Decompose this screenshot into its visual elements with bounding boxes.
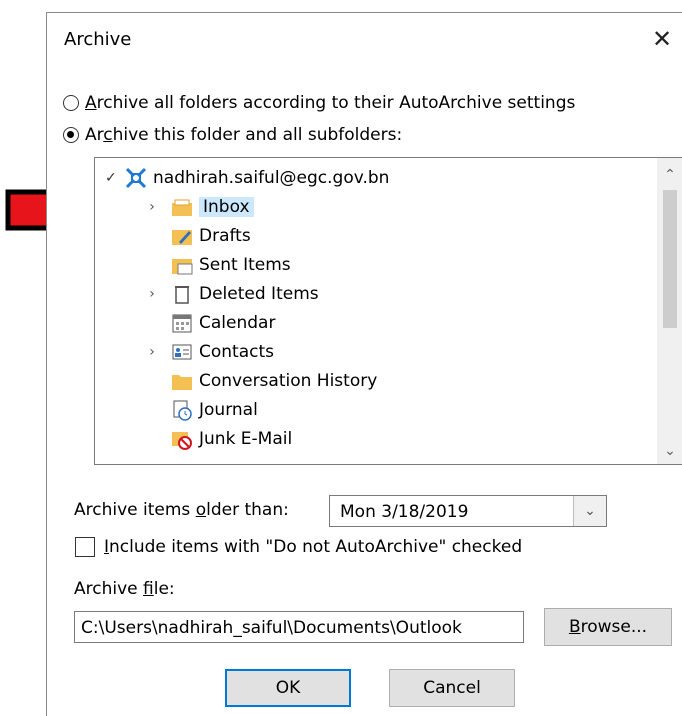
scrollbar-thumb[interactable] bbox=[663, 190, 677, 328]
chevron-right-icon[interactable]: › bbox=[145, 287, 159, 301]
radio-archive-all-label: Archive all folders according to their A… bbox=[85, 93, 576, 113]
tree-item-label: Conversation History bbox=[199, 371, 378, 391]
drafts-folder-icon bbox=[171, 225, 193, 247]
radio-archive-this-folder-label: Archive this folder and all subfolders: bbox=[85, 125, 403, 145]
tree-item-label: Sent Items bbox=[199, 255, 291, 275]
calendar-icon bbox=[171, 312, 193, 334]
tree-item-label: Calendar bbox=[199, 313, 276, 333]
close-icon: ✕ bbox=[651, 25, 673, 53]
junk-email-icon bbox=[171, 428, 193, 450]
radio-archive-this-folder[interactable]: Archive this folder and all subfolders: bbox=[63, 125, 402, 145]
radio-archive-all[interactable]: Archive all folders according to their A… bbox=[63, 93, 575, 113]
exchange-account-icon bbox=[125, 167, 147, 189]
chevron-down-icon[interactable]: ⌄ bbox=[573, 496, 606, 526]
tree-item-deleted-items[interactable]: › Deleted Items bbox=[145, 280, 319, 308]
tree-item-drafts[interactable]: Drafts bbox=[145, 222, 251, 250]
radio-archive-all-circle[interactable] bbox=[63, 95, 79, 111]
contacts-icon bbox=[171, 341, 193, 363]
archive-file-value: C:\Users\nadhirah_saiful\Documents\Outlo… bbox=[81, 618, 462, 638]
inbox-folder-icon bbox=[171, 196, 193, 218]
journal-icon bbox=[171, 399, 193, 421]
sent-items-folder-icon bbox=[171, 254, 193, 276]
tree-item-label: Junk E-Mail bbox=[199, 429, 293, 449]
archive-file-input[interactable]: C:\Users\nadhirah_saiful\Documents\Outlo… bbox=[74, 611, 524, 643]
tree-item-journal[interactable]: Journal bbox=[145, 396, 258, 424]
tree-item-inbox[interactable]: › Inbox bbox=[145, 193, 254, 221]
archive-dialog: Archive ✕ Archive all folders according … bbox=[46, 12, 682, 716]
dialog-title: Archive bbox=[64, 29, 132, 50]
browse-button[interactable]: Browse... bbox=[544, 608, 672, 646]
older-than-date-picker[interactable]: Mon 3/18/2019 ⌄ bbox=[329, 495, 607, 527]
tree-item-label: Deleted Items bbox=[199, 284, 319, 304]
tree-account-row[interactable]: ✓ nadhirah.saiful@egc.gov.bn bbox=[105, 164, 389, 192]
chevron-down-icon[interactable]: ✓ bbox=[105, 170, 125, 186]
tree-item-junk-email[interactable]: Junk E-Mail bbox=[145, 425, 292, 453]
scroll-down-icon[interactable]: ⌄ bbox=[657, 438, 682, 464]
chevron-right-icon[interactable]: › bbox=[145, 345, 159, 359]
close-button[interactable]: ✕ bbox=[642, 19, 682, 59]
account-label: nadhirah.saiful@egc.gov.bn bbox=[153, 168, 390, 188]
tree-item-label: Drafts bbox=[199, 226, 251, 246]
tree-item-label: Contacts bbox=[199, 342, 274, 362]
older-than-value: Mon 3/18/2019 bbox=[340, 502, 469, 522]
folder-icon bbox=[171, 370, 193, 392]
trash-icon bbox=[171, 283, 193, 305]
tree-scrollbar[interactable]: ⌃ ⌄ bbox=[657, 158, 682, 464]
tree-item-label: Journal bbox=[199, 400, 258, 420]
include-do-not-archive-checkbox[interactable] bbox=[75, 537, 95, 557]
tree-item-conversation-history[interactable]: Conversation History bbox=[145, 367, 377, 395]
chevron-right-icon[interactable]: › bbox=[145, 200, 159, 214]
radio-archive-this-folder-circle[interactable] bbox=[63, 127, 79, 143]
tree-item-sent-items[interactable]: Sent Items bbox=[145, 251, 291, 279]
include-do-not-archive-label: Include items with "Do not AutoArchive" … bbox=[104, 537, 523, 557]
tree-item-label: Inbox bbox=[199, 197, 254, 217]
tree-item-contacts[interactable]: › Contacts bbox=[145, 338, 274, 366]
cancel-button[interactable]: Cancel bbox=[389, 669, 515, 707]
scroll-up-icon[interactable]: ⌃ bbox=[657, 162, 682, 188]
ok-button[interactable]: OK bbox=[225, 669, 351, 707]
tree-item-calendar[interactable]: Calendar bbox=[145, 309, 275, 337]
older-than-label: Archive items older than: bbox=[74, 500, 289, 520]
archive-file-label: Archive file: bbox=[74, 579, 175, 599]
folder-tree[interactable]: ✓ nadhirah.saiful@egc.gov.bn › Inbox Dra… bbox=[94, 157, 682, 465]
